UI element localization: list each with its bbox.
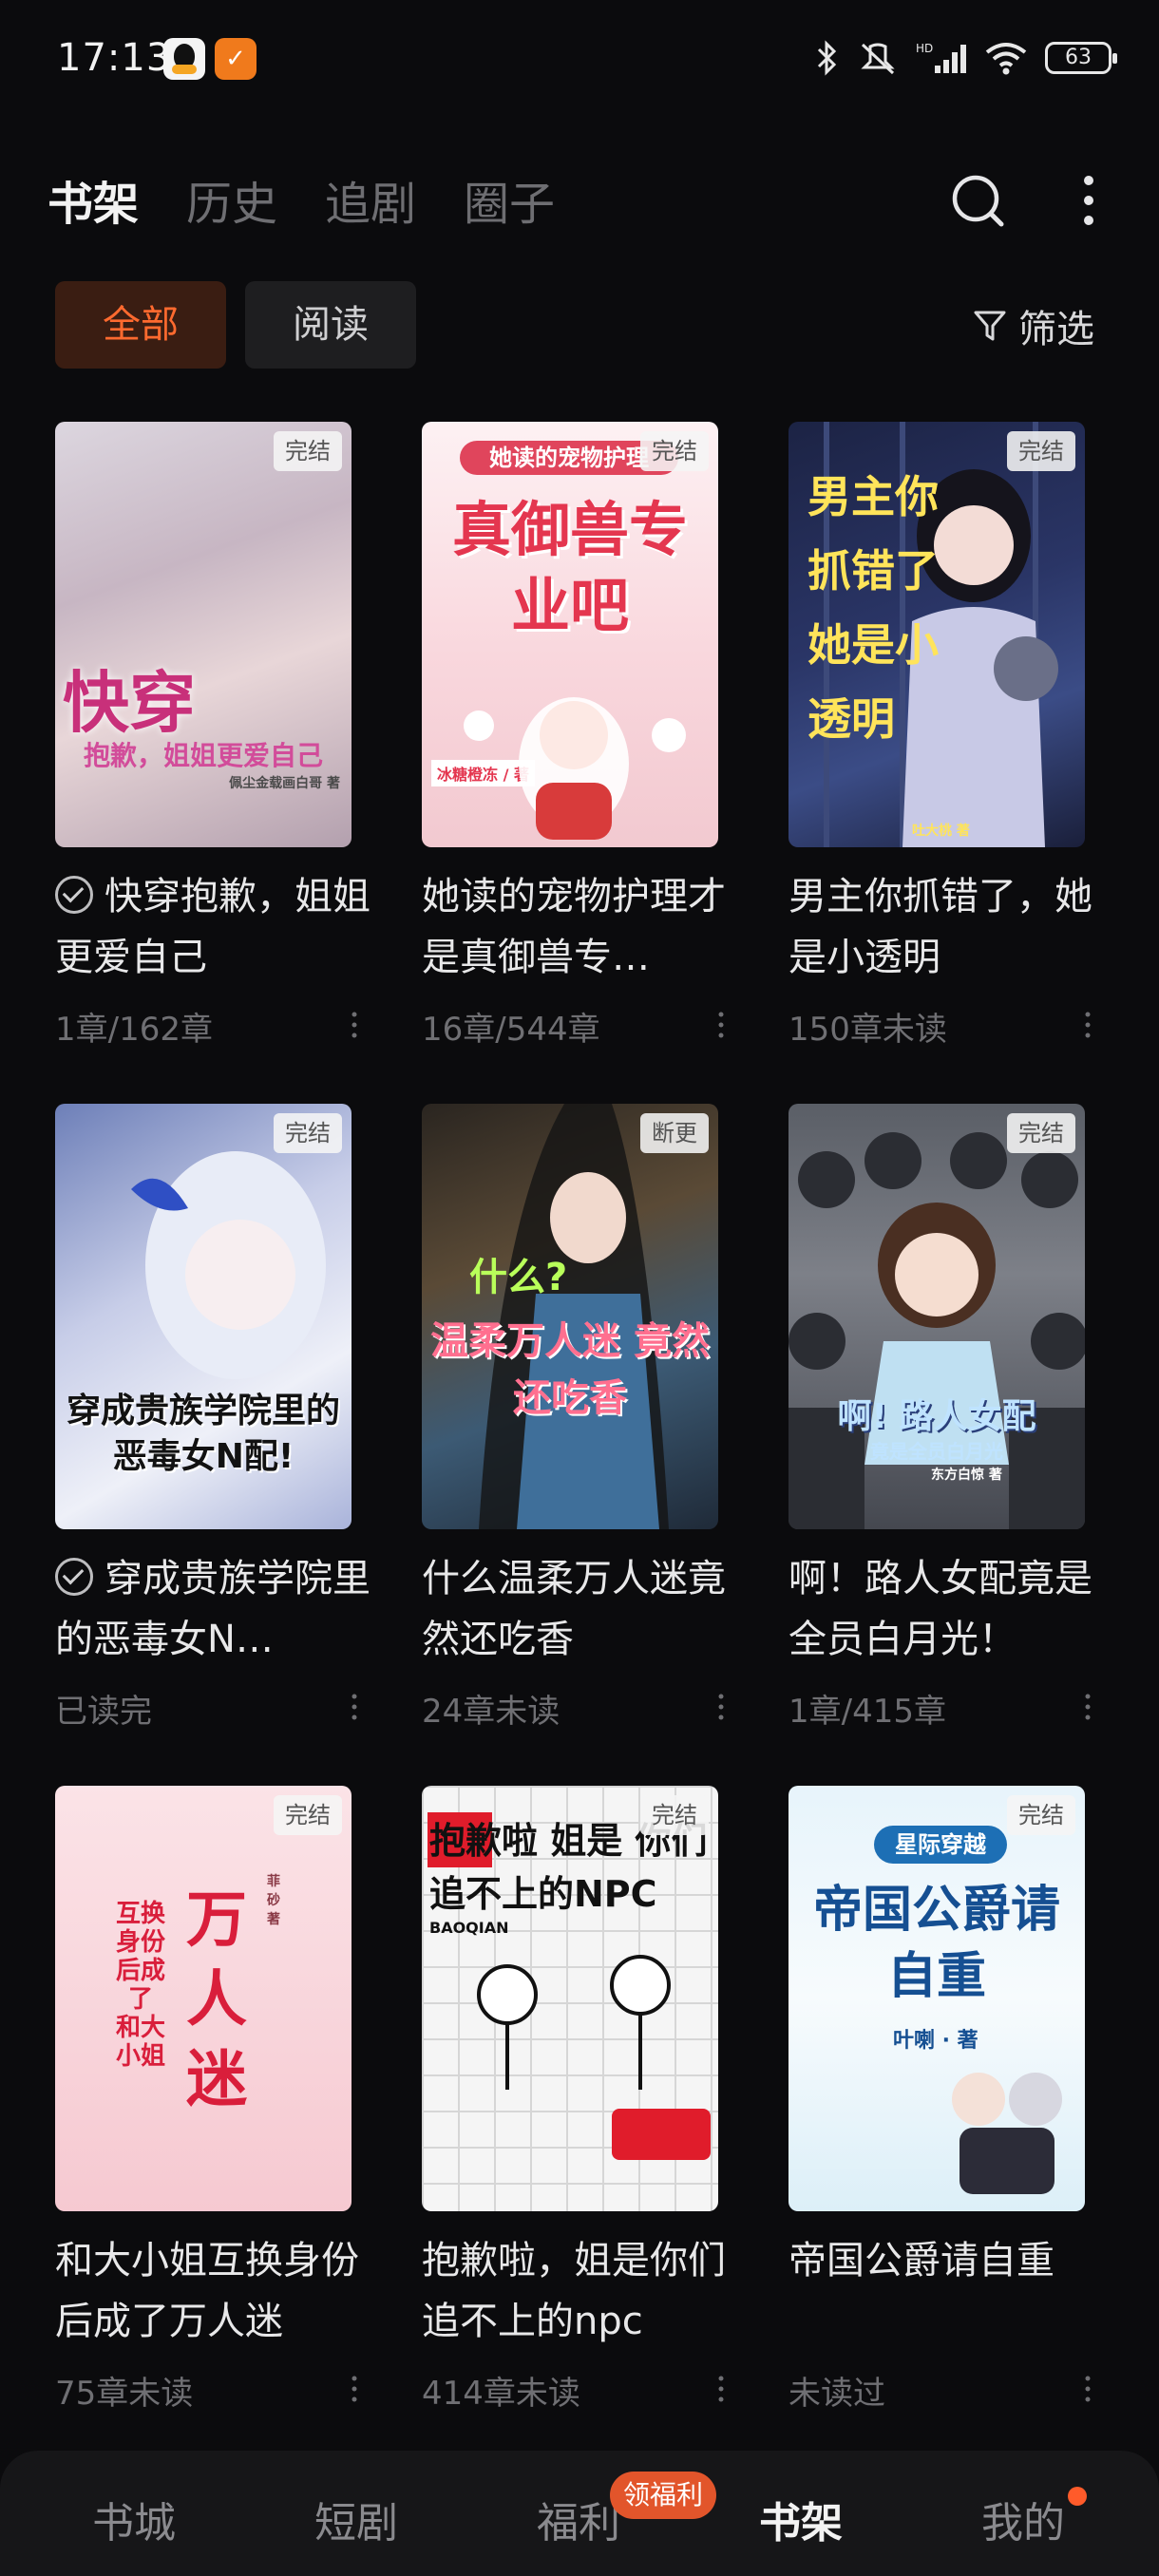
status-bar: 17:13 ✓ HD 63	[0, 0, 1159, 123]
bookshelf-page: 17:13 ✓ HD 63 书架 历史 追剧 圈子 全部 阅读 筛选 快穿 抱歉…	[0, 0, 1159, 2576]
book-progress: 24章未读	[422, 1693, 560, 1731]
book-more-icon[interactable]	[352, 1693, 357, 1721]
book-progress: 1章/162章	[55, 1011, 213, 1049]
signal-icon: HD	[916, 42, 966, 73]
welfare-badge: 领福利	[610, 2472, 717, 2519]
book-more-icon[interactable]	[1085, 2375, 1091, 2403]
cover-subtitle-text: 互换身份后成了 和大小姐	[115, 1900, 165, 2071]
cover-title-text: 啊! 路人女配	[837, 1397, 1036, 1436]
book-progress: 未读过	[788, 2375, 885, 2413]
cover-subtitle-text: 竟是全员白月光	[870, 1440, 1003, 1463]
wifi-icon	[985, 43, 1027, 75]
status-indicators: HD 63	[815, 34, 1117, 82]
book-cover[interactable]: 穿成贵族学院里的恶毒女N配! 完结	[55, 1104, 352, 1529]
status-badge: 完结	[640, 431, 709, 471]
bluetooth-icon	[817, 40, 837, 76]
cover-subtitle-text: 抱歉，姐姐更爱自己	[83, 740, 323, 771]
svg-text:HD: HD	[916, 42, 933, 55]
cover-title-text: 快穿	[63, 664, 196, 742]
nav-short-drama[interactable]: 短剧	[285, 2489, 428, 2549]
status-badge: 完结	[1007, 1113, 1075, 1153]
cover-illustration	[952, 2073, 1062, 2194]
book-cover[interactable]: 星际穿越 帝国公爵请自重 叶喇 · 著 完结	[788, 1786, 1085, 2211]
book-title[interactable]: 她读的宠物护理才是真御兽专…	[422, 866, 745, 988]
book-cover[interactable]: 快穿 抱歉，姐姐更爱自己 佩尘金载画白哥 著 完结	[55, 422, 352, 847]
read-check-icon	[55, 1558, 93, 1596]
book-cover[interactable]: 抱歉啦 姐是 你们追不上的NPC BAOQIAN 完结	[422, 1786, 718, 2211]
book-more-icon[interactable]	[718, 2375, 724, 2403]
book-more-icon[interactable]	[352, 2375, 357, 2403]
cover-author-text: 东方白惊 著	[931, 1468, 1002, 1483]
book-progress: 16章/544章	[422, 1011, 600, 1049]
book-more-icon[interactable]	[718, 1693, 724, 1721]
book-title[interactable]: 什么温柔万人迷竟然还吃香	[422, 1548, 745, 1670]
book-title[interactable]: 帝国公爵请自重	[788, 2230, 1112, 2352]
tab-circle[interactable]: 圈子	[464, 166, 555, 233]
search-icon[interactable]	[950, 173, 1005, 228]
book-title[interactable]: 啊！路人女配竟是全员白月光！	[788, 1548, 1112, 1670]
cover-illustration	[464, 697, 686, 840]
read-check-icon	[55, 876, 93, 914]
status-badge: 完结	[1007, 431, 1075, 471]
filter-label: 筛选	[1018, 308, 1094, 351]
cover-title-text: 男主你抓错了 她是小透明	[808, 471, 939, 745]
status-badge: 完结	[274, 1113, 342, 1153]
book-more-icon[interactable]	[1085, 1693, 1091, 1721]
status-badge: 完结	[640, 1795, 709, 1835]
book-title[interactable]: 快穿抱歉，姐姐更爱自己	[55, 866, 378, 988]
more-vertical-icon[interactable]	[1072, 173, 1106, 228]
book-progress: 已读完	[55, 1693, 152, 1731]
book-title-text: 快穿抱歉，姐姐更爱自己	[55, 875, 370, 979]
cover-subtitle-text: BAOQIAN	[429, 1919, 509, 1937]
tab-drama[interactable]: 追剧	[325, 166, 416, 233]
cover-title-text: 万人迷	[186, 1885, 247, 2115]
cover-title-text: 穿成贵族学院里的恶毒女N配!	[66, 1392, 340, 1476]
book-progress: 1章/415章	[788, 1693, 946, 1731]
mute-icon	[861, 43, 895, 75]
filter-icon	[974, 311, 1006, 341]
book-title[interactable]: 和大小姐互换身份后成了万人迷	[55, 2230, 378, 2352]
cover-author-text: 吐大桃 著	[912, 824, 970, 839]
book-progress: 150章未读	[788, 1011, 947, 1049]
book-more-icon[interactable]	[352, 1011, 357, 1039]
qq-app-icon	[163, 38, 205, 80]
filter-button[interactable]: 筛选	[973, 302, 1094, 351]
status-badge: 完结	[1007, 1795, 1075, 1835]
top-tabs: 书架 历史 追剧 圈子	[48, 166, 555, 233]
book-cover[interactable]: 什么? 温柔万人迷 竟然还吃香 断更	[422, 1104, 718, 1529]
filter-chip-all[interactable]: 全部	[55, 281, 226, 369]
book-more-icon[interactable]	[1085, 1011, 1091, 1039]
status-badge: 断更	[640, 1113, 709, 1153]
book-cover[interactable]: 她读的宠物护理 真御兽专业吧 冰糖橙冻 / 著 完结	[422, 422, 718, 847]
bottom-nav: 书城 短剧 福利 书架 我的	[0, 2451, 1159, 2576]
battery-indicator: 63	[1045, 42, 1117, 74]
tab-bookshelf[interactable]: 书架	[48, 166, 139, 233]
reading-app-icon: ✓	[215, 38, 256, 80]
cover-author-text: 佩尘金载画白哥 著	[229, 776, 340, 791]
book-title[interactable]: 抱歉啦，姐是你们追不上的npc	[422, 2230, 745, 2352]
book-cover[interactable]: 啊! 路人女配 竟是全员白月光 东方白惊 著 完结	[788, 1104, 1085, 1529]
status-badge: 完结	[274, 1795, 342, 1835]
cover-subtitle-text: 什么?	[469, 1256, 568, 1299]
tab-history[interactable]: 历史	[186, 166, 277, 233]
status-badge: 完结	[274, 431, 342, 471]
book-cover[interactable]: 万人迷 互换身份后成了 和大小姐 菲砂 著 完结	[55, 1786, 352, 2211]
nav-bookshelf[interactable]: 书架	[730, 2489, 872, 2549]
filter-chip-read[interactable]: 阅读	[245, 281, 416, 369]
book-title[interactable]: 男主你抓错了，她是小透明	[788, 866, 1112, 988]
book-cover[interactable]: 男主你抓错了 她是小透明 吐大桃 著 完结	[788, 422, 1085, 847]
status-time: 17:13	[57, 36, 172, 80]
book-title[interactable]: 穿成贵族学院里的恶毒女N…	[55, 1548, 378, 1670]
cover-title-text: 温柔万人迷 竟然还吃香	[430, 1319, 710, 1420]
book-progress: 414章未读	[422, 2375, 580, 2413]
nav-bookstore[interactable]: 书城	[63, 2489, 205, 2549]
cover-author-text: 菲砂 著	[267, 1874, 280, 1927]
book-progress: 75章未读	[55, 2375, 194, 2413]
book-title-text: 穿成贵族学院里的恶毒女N…	[55, 1557, 370, 1661]
notification-dot	[1068, 2487, 1087, 2506]
book-more-icon[interactable]	[718, 1011, 724, 1039]
